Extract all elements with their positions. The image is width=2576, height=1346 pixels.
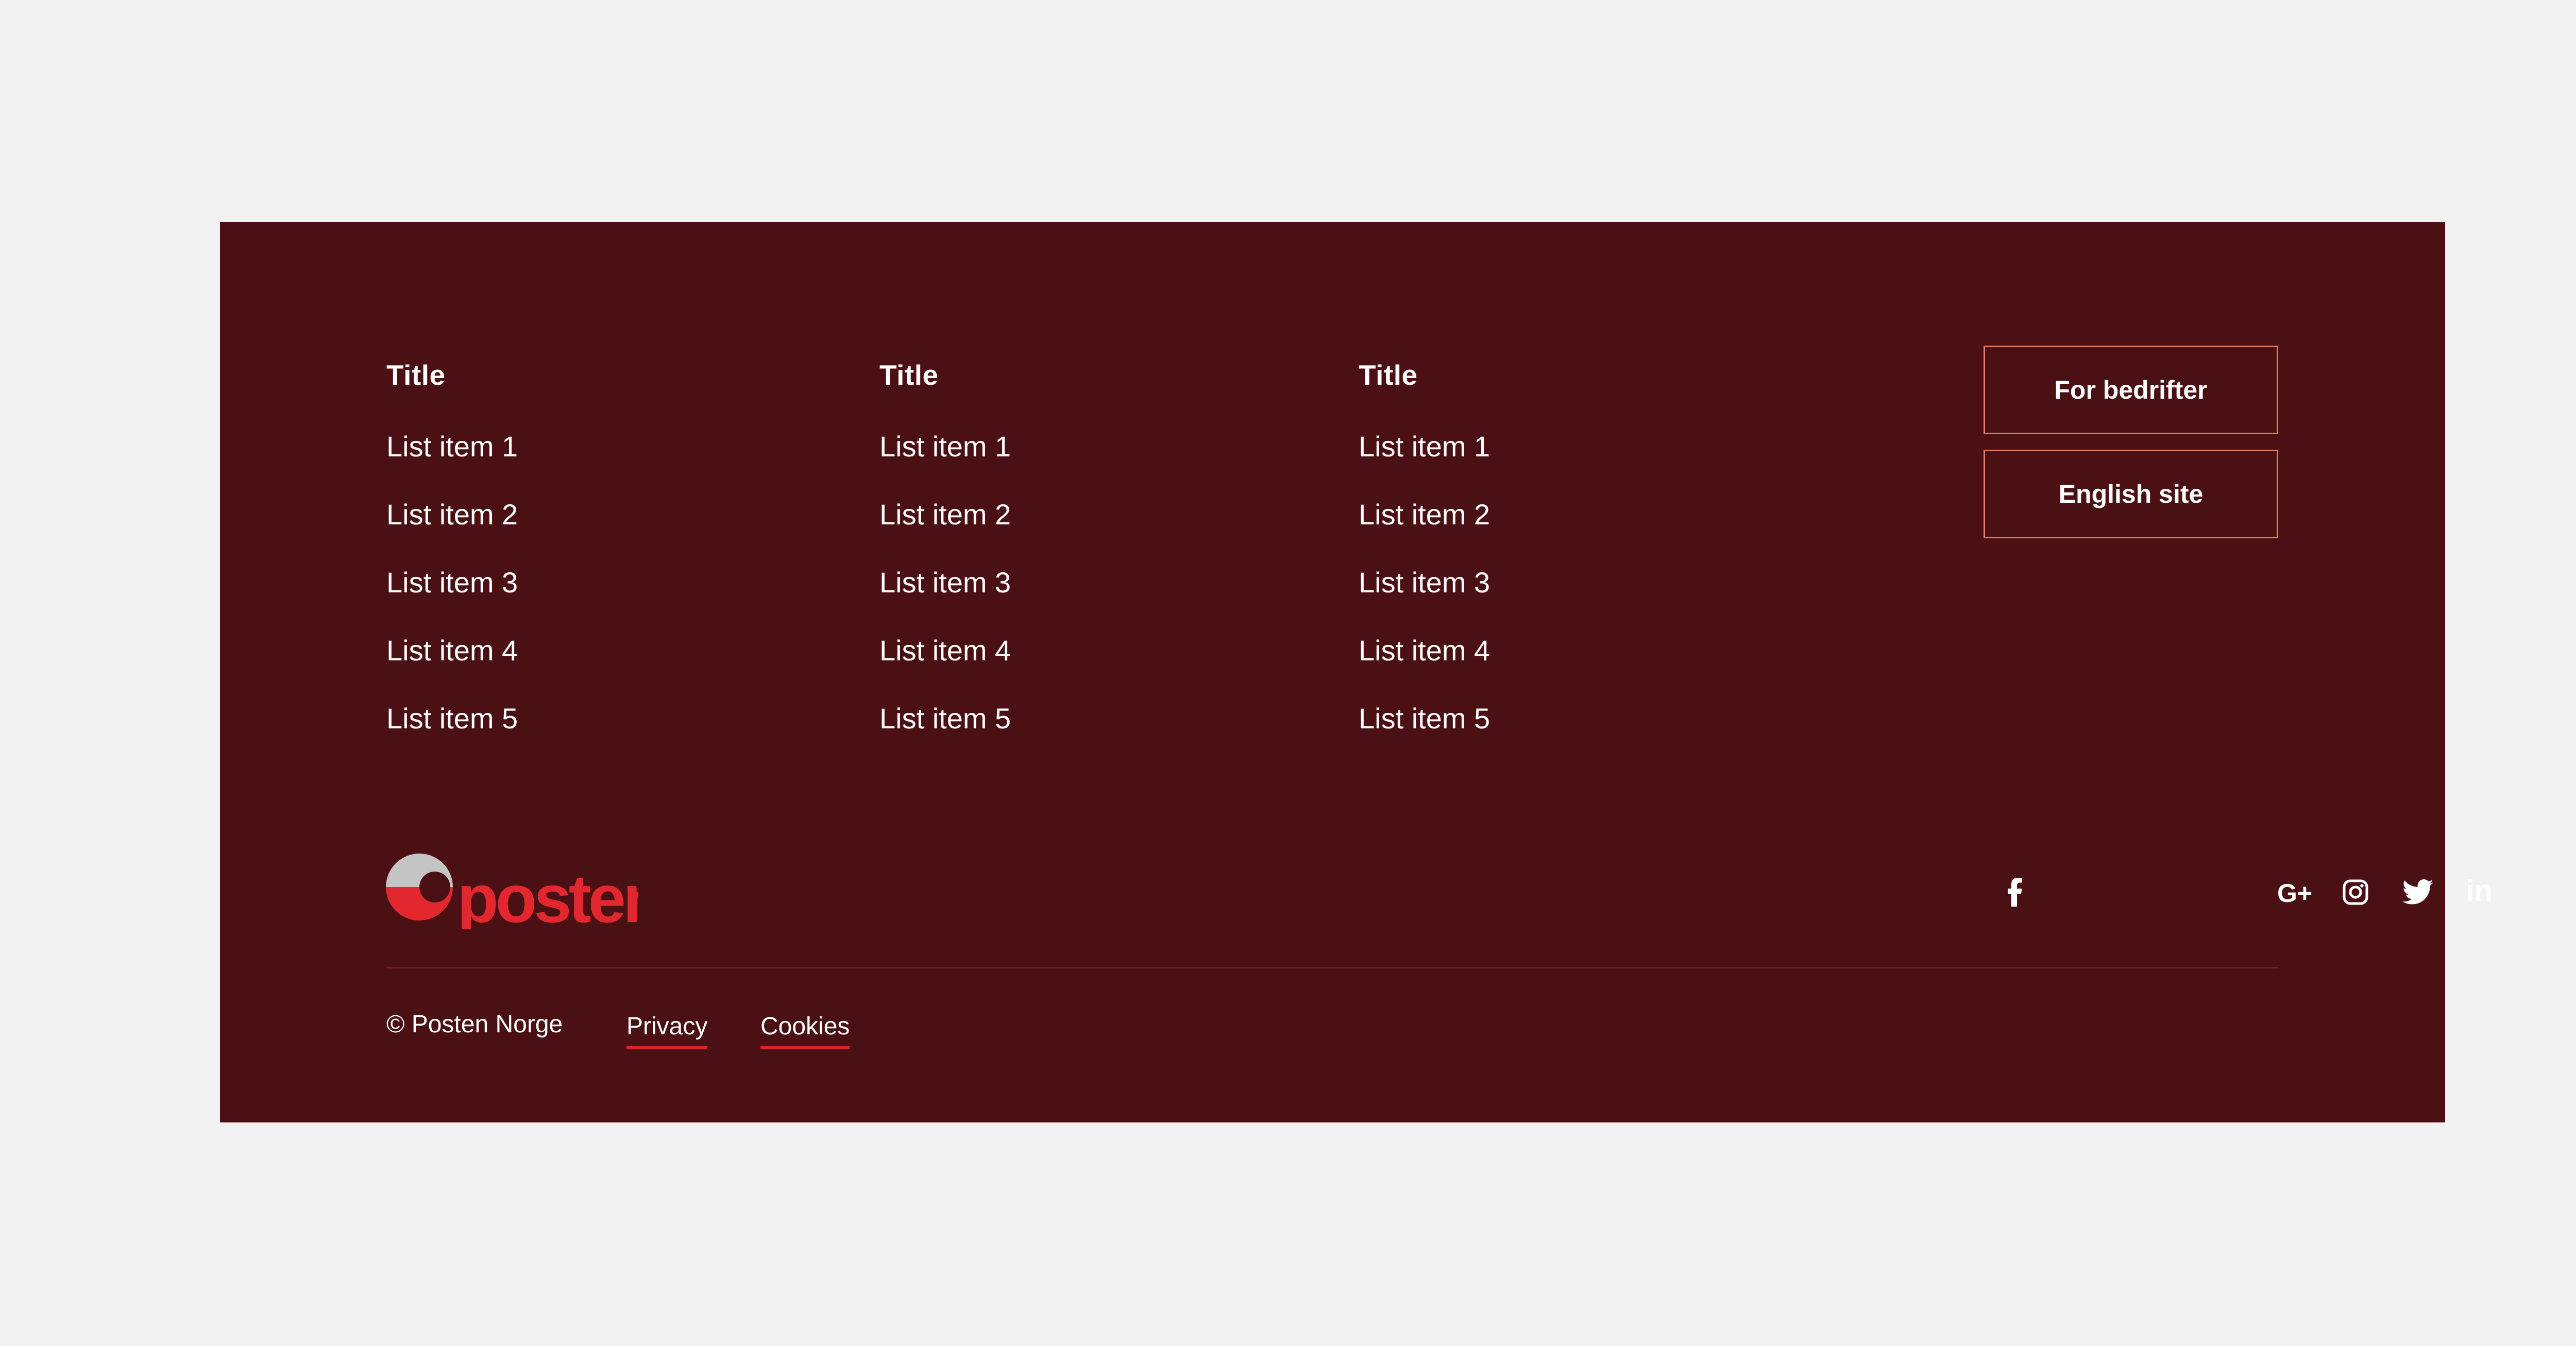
- posten-wordmark: posten: [457, 861, 638, 929]
- footer-column-2: Title List item 1 List item 2 List item …: [879, 361, 1011, 772]
- privacy-link[interactable]: Privacy: [626, 1014, 708, 1049]
- english-site-button[interactable]: English site: [1984, 450, 2278, 538]
- linkedin-icon: in: [2466, 874, 2493, 908]
- footer-link[interactable]: List item 1: [1359, 430, 1490, 463]
- footer-link[interactable]: List item 4: [879, 634, 1011, 667]
- twitter-link[interactable]: [2400, 874, 2436, 911]
- footer-list-item[interactable]: List item 2: [1359, 500, 1490, 568]
- footer-list-item[interactable]: List item 4: [386, 636, 518, 704]
- copyright-text: © Posten Norge: [386, 1011, 563, 1038]
- footer-list-item[interactable]: List item 3: [1359, 568, 1490, 636]
- facebook-icon: [2008, 878, 2022, 907]
- footer-link[interactable]: List item 3: [879, 566, 1011, 599]
- footer-list-item[interactable]: List item 3: [386, 568, 518, 636]
- posten-ring-logo-icon: posten: [386, 854, 665, 936]
- footer-link[interactable]: List item 2: [386, 498, 518, 531]
- twitter-icon: [2402, 879, 2433, 905]
- footer-list-item[interactable]: List item 2: [386, 500, 518, 568]
- google-plus-icon: G+: [2277, 879, 2313, 908]
- posten-logo[interactable]: posten: [386, 852, 665, 936]
- footer-link[interactable]: List item 3: [1359, 566, 1490, 599]
- footer-link-list: List item 1 List item 2 List item 3 List…: [386, 432, 518, 772]
- footer-link-list: List item 1 List item 2 List item 3 List…: [879, 432, 1011, 772]
- footer-link-list: List item 1 List item 2 List item 3 List…: [1359, 432, 1490, 772]
- google-plus-link[interactable]: G+: [2274, 875, 2315, 912]
- footer-list-item[interactable]: List item 1: [879, 432, 1011, 500]
- footer-link[interactable]: List item 1: [386, 430, 518, 463]
- footer-list-item[interactable]: List item 5: [879, 704, 1011, 772]
- footer-link[interactable]: List item 1: [879, 430, 1011, 463]
- footer-list-item[interactable]: List item 3: [879, 568, 1011, 636]
- footer-column-title: Title: [386, 359, 446, 391]
- footer-link[interactable]: List item 2: [879, 498, 1011, 531]
- linkedin-link[interactable]: in: [2464, 873, 2495, 910]
- footer-column-1: Title List item 1 List item 2 List item …: [386, 361, 518, 772]
- footer-divider: [386, 967, 2278, 968]
- footer-list-item[interactable]: List item 1: [1359, 432, 1490, 500]
- footer-list-item[interactable]: List item 4: [879, 636, 1011, 704]
- footer-list-item[interactable]: List item 5: [386, 704, 518, 772]
- footer-link[interactable]: List item 5: [879, 702, 1011, 735]
- for-bedrifter-button[interactable]: For bedrifter: [1984, 346, 2278, 434]
- site-footer: Title List item 1 List item 2 List item …: [220, 222, 2493, 1122]
- footer-link[interactable]: List item 4: [386, 634, 518, 667]
- footer-column-title: Title: [879, 359, 939, 391]
- footer-link[interactable]: List item 4: [1359, 634, 1490, 667]
- footer-list-item[interactable]: List item 1: [386, 432, 518, 500]
- instagram-link[interactable]: [2340, 874, 2371, 911]
- footer-column-title: Title: [1359, 359, 1418, 391]
- footer-list-item[interactable]: List item 2: [879, 500, 1011, 568]
- footer-link[interactable]: List item 2: [1359, 498, 1490, 531]
- footer-link[interactable]: List item 5: [1359, 702, 1490, 735]
- footer-link[interactable]: List item 5: [386, 702, 518, 735]
- footer-link[interactable]: List item 3: [386, 566, 518, 599]
- instagram-icon: [2343, 879, 2368, 905]
- cookies-link[interactable]: Cookies: [760, 1014, 850, 1049]
- footer-list-item[interactable]: List item 5: [1359, 704, 1490, 772]
- footer-list-item[interactable]: List item 4: [1359, 636, 1490, 704]
- facebook-link[interactable]: [1999, 874, 2030, 911]
- footer-column-3: Title List item 1 List item 2 List item …: [1359, 361, 1490, 772]
